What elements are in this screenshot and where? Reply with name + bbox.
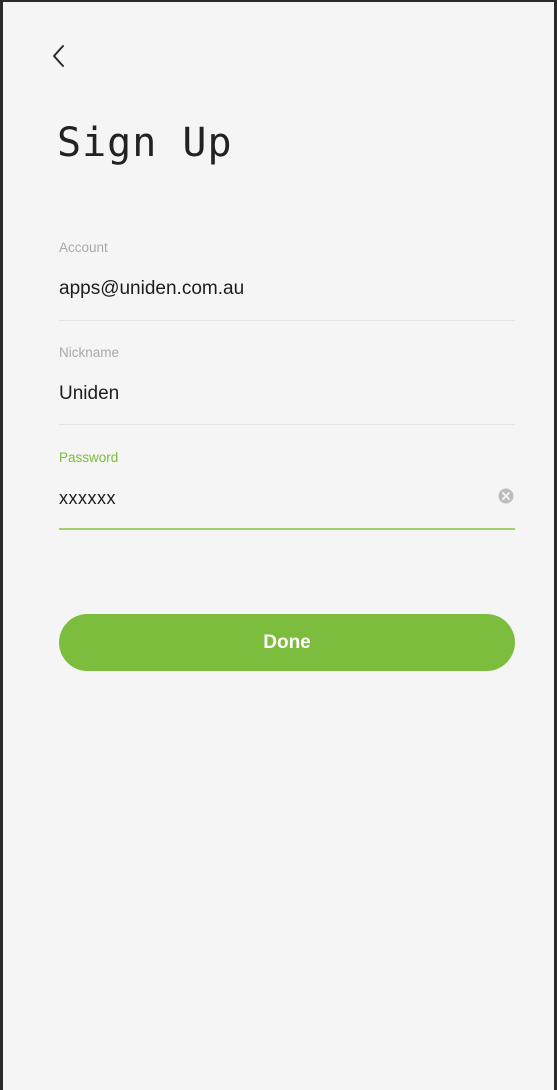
- back-button[interactable]: [39, 36, 79, 76]
- account-label: Account: [59, 240, 108, 255]
- clear-password-button[interactable]: [497, 487, 515, 505]
- account-field[interactable]: Account apps@uniden.com.au: [59, 240, 515, 324]
- sign-up-screen: Sign Up Account apps@uniden.com.au Nickn…: [0, 0, 557, 1090]
- password-underline: [59, 528, 515, 530]
- chevron-left-icon: [53, 45, 64, 67]
- account-underline: [59, 320, 515, 321]
- clear-icon: [498, 488, 514, 504]
- page-title: Sign Up: [57, 120, 233, 166]
- password-field[interactable]: Password xxxxxx: [59, 450, 515, 534]
- nickname-label: Nickname: [59, 345, 120, 360]
- account-input[interactable]: apps@uniden.com.au: [59, 278, 244, 300]
- nickname-field[interactable]: Nickname Uniden: [59, 345, 515, 429]
- nickname-underline: [59, 424, 515, 425]
- password-input[interactable]: xxxxxx: [59, 488, 116, 509]
- nickname-input[interactable]: Uniden: [59, 383, 119, 405]
- password-label: Password: [59, 450, 119, 465]
- done-button[interactable]: Done: [59, 614, 515, 671]
